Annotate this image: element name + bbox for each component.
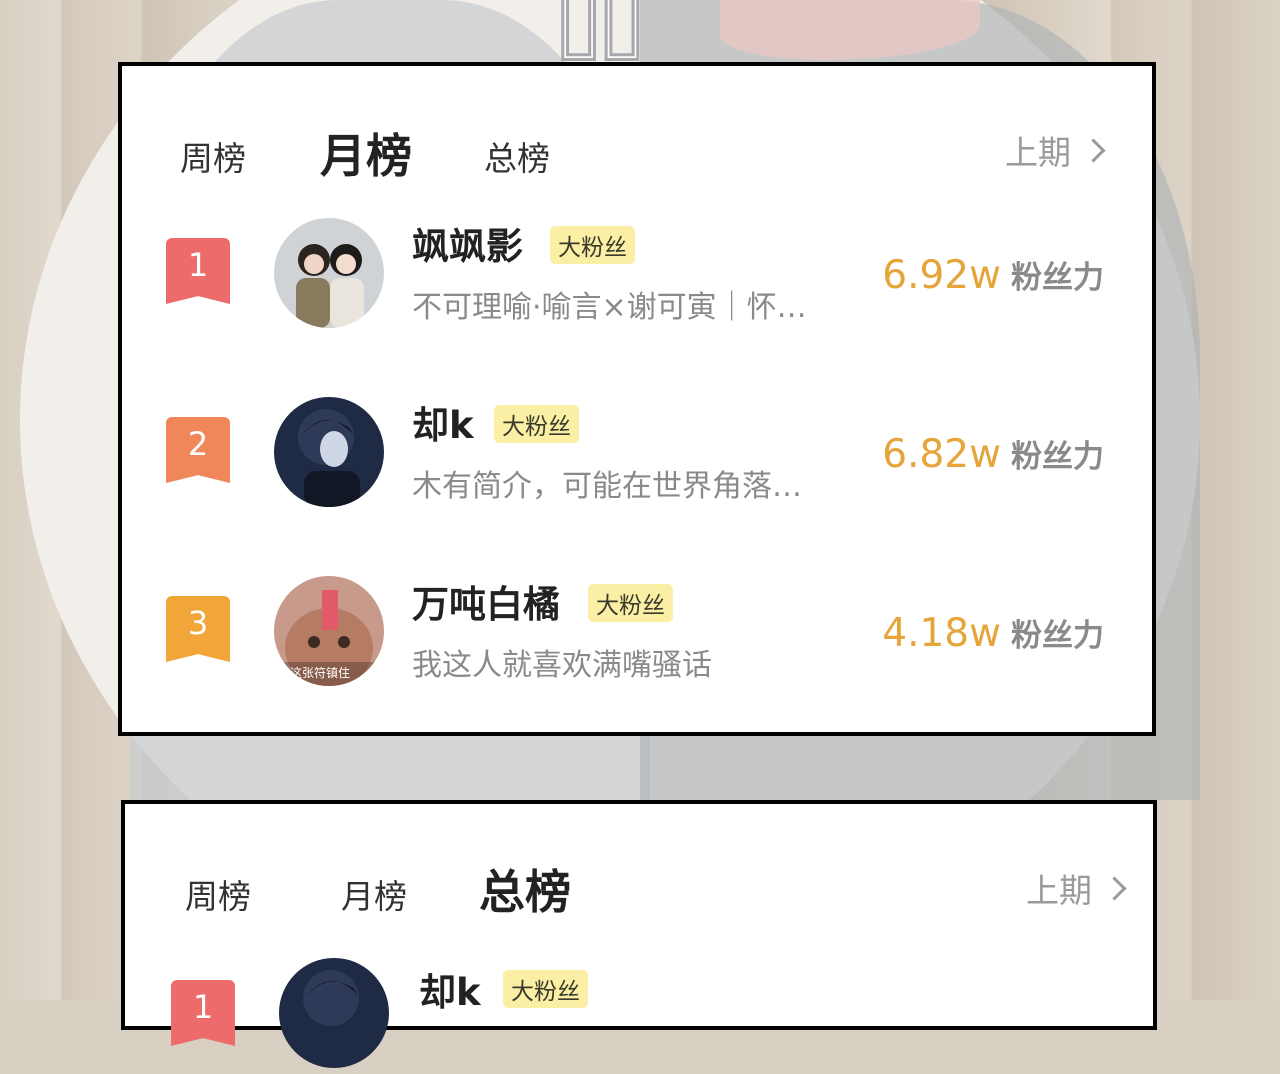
avatar-anime-boy: [279, 958, 389, 1068]
user-description: 木有简介，可能在世界角落…: [412, 469, 802, 504]
avatar[interactable]: 用这张符镇住: [274, 576, 384, 686]
tab-weekly[interactable]: 周榜: [180, 132, 246, 180]
rank-badge: 2: [166, 417, 230, 483]
rank-badge: 3: [166, 596, 230, 662]
tab-total[interactable]: 总榜: [484, 132, 550, 180]
user-name[interactable]: 却k: [412, 395, 474, 449]
rank-badge: 1: [171, 980, 235, 1046]
previous-period-link[interactable]: 上期: [1026, 864, 1127, 912]
user-name[interactable]: 万吨白橘: [412, 574, 560, 628]
chevron-right-icon: [1081, 137, 1106, 163]
avatar[interactable]: [279, 958, 389, 1068]
fan-level-badge: 大粉丝: [550, 226, 635, 264]
fan-power-value: 4.18w: [882, 611, 1001, 656]
fan-level-badge: 大粉丝: [503, 970, 588, 1008]
fan-power-unit: 粉丝力: [1011, 618, 1104, 654]
background-decorative-glyph: ▯▯: [554, 0, 648, 72]
ranking-row[interactable]: 3 用这张符镇住 万吨白橘 大粉丝 我这人就喜欢满嘴骚话 4.18w 粉丝力: [122, 572, 1152, 692]
ranking-row[interactable]: 1 飒飒影 大粉丝 不可理喻·喻言×谢可寅｜怀… 6.92w 粉丝力: [122, 214, 1152, 334]
fan-level-badge: 大粉丝: [494, 405, 579, 443]
chevron-right-icon: [1102, 875, 1127, 901]
fan-power-score: 6.82w 粉丝力: [882, 431, 1104, 477]
fan-power-value: 6.92w: [882, 253, 1001, 298]
total-ranking-card: 周榜 月榜 总榜 上期 1 却k 大粉丝: [121, 800, 1157, 1068]
user-name[interactable]: 飒飒影: [412, 216, 523, 270]
tab-monthly[interactable]: 月榜: [320, 120, 412, 186]
fan-level-badge: 大粉丝: [588, 584, 673, 622]
user-description: 不可理喻·喻言×谢可寅｜怀…: [412, 290, 807, 325]
avatar-caption: 用这张符镇住: [278, 666, 351, 680]
rank-badge: 1: [166, 238, 230, 304]
avatar-anime-boy: [274, 397, 384, 507]
tab-total[interactable]: 总榜: [479, 856, 571, 922]
fan-power-score: 4.18w 粉丝力: [882, 610, 1104, 656]
previous-period-label: 上期: [1026, 871, 1092, 910]
previous-period-link[interactable]: 上期: [1005, 126, 1106, 174]
ranking-row[interactable]: 1 却k 大粉丝: [125, 954, 1153, 1074]
user-description: 我这人就喜欢满嘴骚话: [412, 648, 712, 683]
user-name[interactable]: 却k: [419, 962, 481, 1016]
previous-period-label: 上期: [1005, 133, 1071, 172]
avatar[interactable]: [274, 218, 384, 328]
tab-monthly[interactable]: 月榜: [341, 870, 407, 918]
fan-power-value: 6.82w: [882, 432, 1001, 477]
tab-weekly[interactable]: 周榜: [185, 870, 251, 918]
avatar-photo-two-girls: [274, 218, 384, 328]
fan-power-score: 6.92w 粉丝力: [882, 252, 1104, 298]
ranking-row[interactable]: 2 却k 大粉丝 木有简介，可能在世界角落… 6.82w 粉丝力: [122, 393, 1152, 513]
monthly-ranking-card: 周榜 月榜 总榜 上期 1 飒飒影 大粉丝 不可理喻·喻言×谢可寅｜怀… 6.9…: [118, 62, 1156, 736]
fan-power-unit: 粉丝力: [1011, 439, 1104, 475]
avatar[interactable]: [274, 397, 384, 507]
fan-power-unit: 粉丝力: [1011, 260, 1104, 296]
